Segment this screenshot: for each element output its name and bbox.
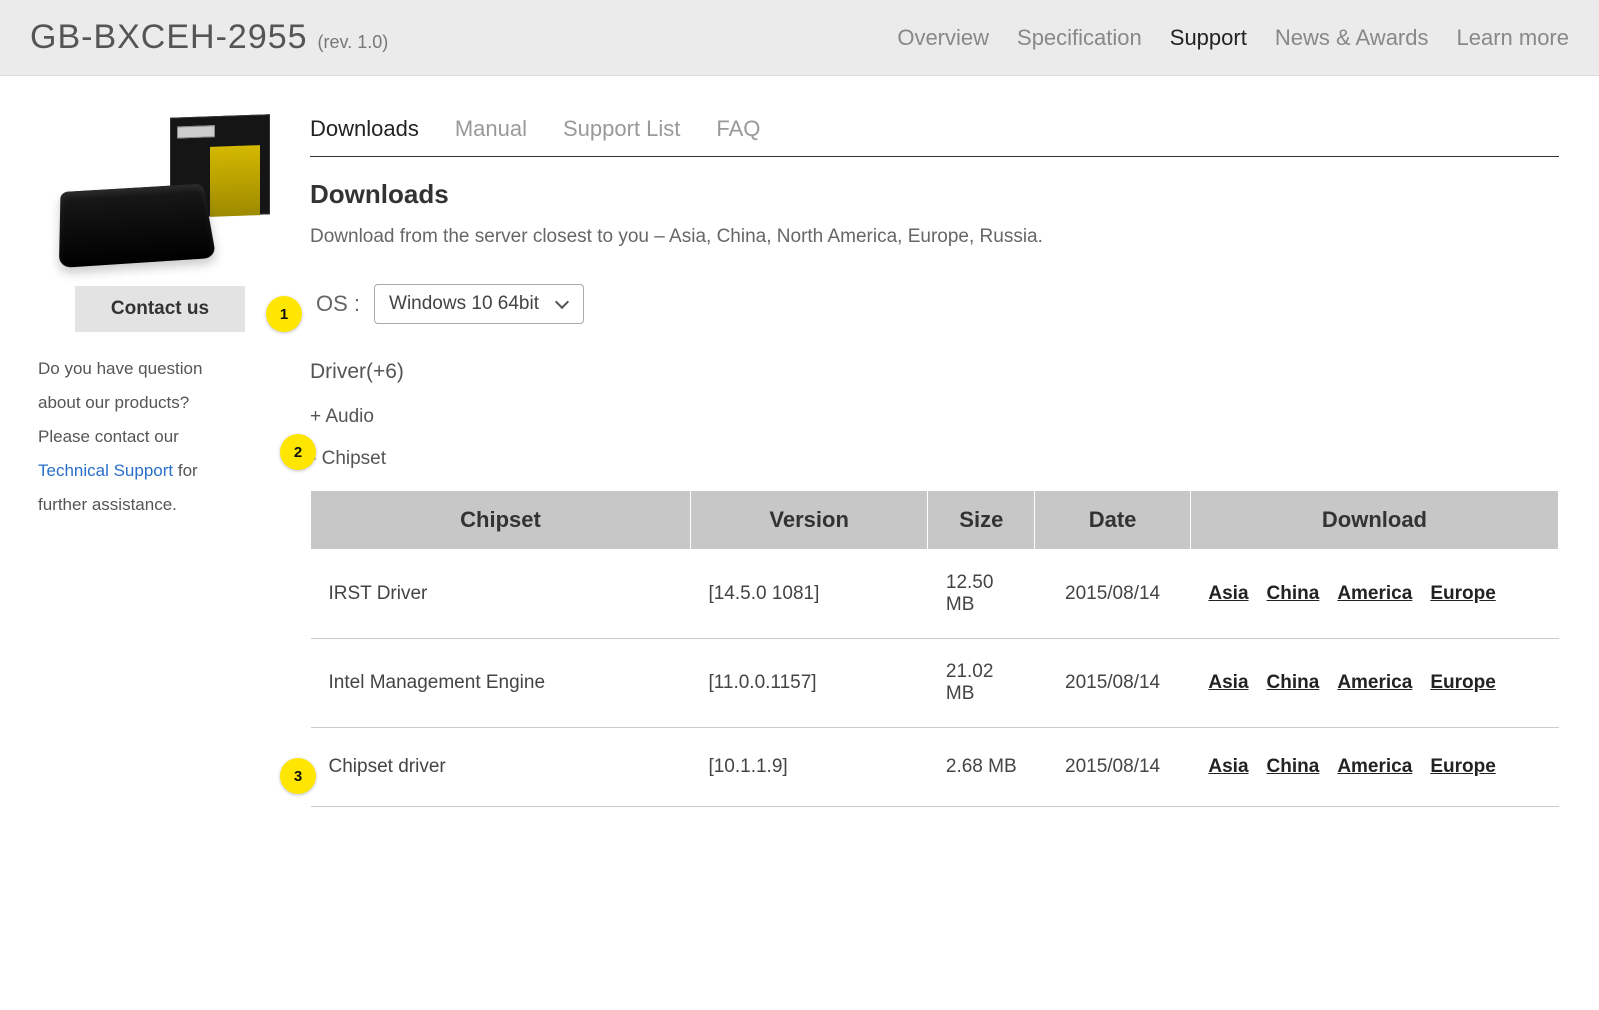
cell-size: 21.02 MB [928, 639, 1035, 728]
driver-table: Chipset Version Size Date Download IRST … [310, 490, 1559, 807]
cell-download: Asia China America Europe [1190, 550, 1558, 639]
download-link-asia[interactable]: Asia [1208, 750, 1248, 784]
tab-downloads[interactable]: Downloads [310, 116, 419, 142]
category-chipset[interactable]: - Chipset [310, 444, 1559, 486]
chevron-down-icon [555, 297, 569, 311]
os-row: OS : Windows 10 64bit [310, 284, 1559, 324]
driver-heading: Driver(+6) [310, 360, 1559, 384]
top-nav: Overview Specification Support News & Aw… [897, 25, 1569, 51]
download-link-europe[interactable]: Europe [1430, 577, 1495, 611]
th-download: Download [1190, 491, 1558, 550]
download-link-asia[interactable]: Asia [1208, 666, 1248, 700]
cell-version: [11.0.0.1157] [690, 639, 927, 728]
annotation-2: 2 [280, 434, 316, 470]
table-row: Intel Management Engine[11.0.0.1157]21.0… [311, 639, 1559, 728]
tab-faq[interactable]: FAQ [716, 116, 760, 142]
downloads-subtitle: Download from the server closest to you … [310, 226, 1559, 248]
help-line-2: about our products? [38, 386, 282, 420]
download-link-america[interactable]: America [1337, 750, 1412, 784]
download-link-china[interactable]: China [1267, 577, 1320, 611]
nav-news-awards[interactable]: News & Awards [1275, 25, 1429, 51]
category-audio[interactable]: + Audio [310, 402, 1559, 444]
table-header-row: Chipset Version Size Date Download [311, 491, 1559, 550]
download-link-china[interactable]: China [1267, 750, 1320, 784]
cell-date: 2015/08/14 [1035, 639, 1191, 728]
th-version: Version [690, 491, 927, 550]
cell-name: IRST Driver [311, 550, 691, 639]
annotation-1: 1 [266, 296, 302, 332]
cell-size: 2.68 MB [928, 728, 1035, 807]
cell-date: 2015/08/14 [1035, 728, 1191, 807]
download-link-china[interactable]: China [1267, 666, 1320, 700]
table-row: Chipset driver[10.1.1.9]2.68 MB2015/08/1… [311, 728, 1559, 807]
sidebar: Contact us Do you have question about ou… [10, 116, 310, 819]
downloads-title: Downloads [310, 179, 1559, 210]
th-chipset: Chipset [311, 491, 691, 550]
contact-us-button[interactable]: Contact us [75, 286, 245, 332]
product-device-icon [59, 184, 216, 268]
sidebar-help-text: Do you have question about our products?… [30, 352, 290, 522]
download-link-europe[interactable]: Europe [1430, 750, 1495, 784]
cell-size: 12.50 MB [928, 550, 1035, 639]
table-row: IRST Driver[14.5.0 1081]12.50 MB2015/08/… [311, 550, 1559, 639]
cell-version: [10.1.1.9] [690, 728, 927, 807]
help-line-4-tail: for [173, 461, 198, 480]
os-label: OS : [316, 291, 360, 317]
help-line-3: Please contact our [38, 420, 282, 454]
nav-specification[interactable]: Specification [1017, 25, 1142, 51]
product-name: GB-BXCEH-2955 (rev. 1.0) [30, 18, 388, 57]
download-link-america[interactable]: America [1337, 577, 1412, 611]
th-size: Size [928, 491, 1035, 550]
download-link-america[interactable]: America [1337, 666, 1412, 700]
model-revision: (rev. 1.0) [318, 32, 389, 53]
nav-support[interactable]: Support [1170, 25, 1247, 51]
help-line-5: further assistance. [38, 488, 282, 522]
page-header: GB-BXCEH-2955 (rev. 1.0) Overview Specif… [0, 0, 1599, 76]
nav-learn-more[interactable]: Learn more [1456, 25, 1569, 51]
product-image [50, 116, 270, 276]
model-title: GB-BXCEH-2955 [30, 18, 308, 57]
os-select[interactable]: Windows 10 64bit [374, 284, 584, 324]
th-date: Date [1035, 491, 1191, 550]
tab-manual[interactable]: Manual [455, 116, 527, 142]
annotation-3: 3 [280, 758, 316, 794]
help-line-1: Do you have question [38, 352, 282, 386]
cell-download: Asia China America Europe [1190, 728, 1558, 807]
sub-tabs: Downloads Manual Support List FAQ [310, 116, 1559, 157]
cell-download: Asia China America Europe [1190, 639, 1558, 728]
cell-name: Chipset driver [311, 728, 691, 807]
main-content: 1 2 3 Downloads Manual Support List FAQ … [310, 116, 1599, 819]
download-link-europe[interactable]: Europe [1430, 666, 1495, 700]
help-line-4: Technical Support for [38, 454, 282, 488]
technical-support-link[interactable]: Technical Support [38, 461, 173, 480]
product-box-side-icon [210, 145, 260, 217]
cell-date: 2015/08/14 [1035, 550, 1191, 639]
cell-name: Intel Management Engine [311, 639, 691, 728]
cell-version: [14.5.0 1081] [690, 550, 927, 639]
tab-support-list[interactable]: Support List [563, 116, 680, 142]
download-link-asia[interactable]: Asia [1208, 577, 1248, 611]
os-select-value: Windows 10 64bit [389, 293, 539, 314]
nav-overview[interactable]: Overview [897, 25, 989, 51]
